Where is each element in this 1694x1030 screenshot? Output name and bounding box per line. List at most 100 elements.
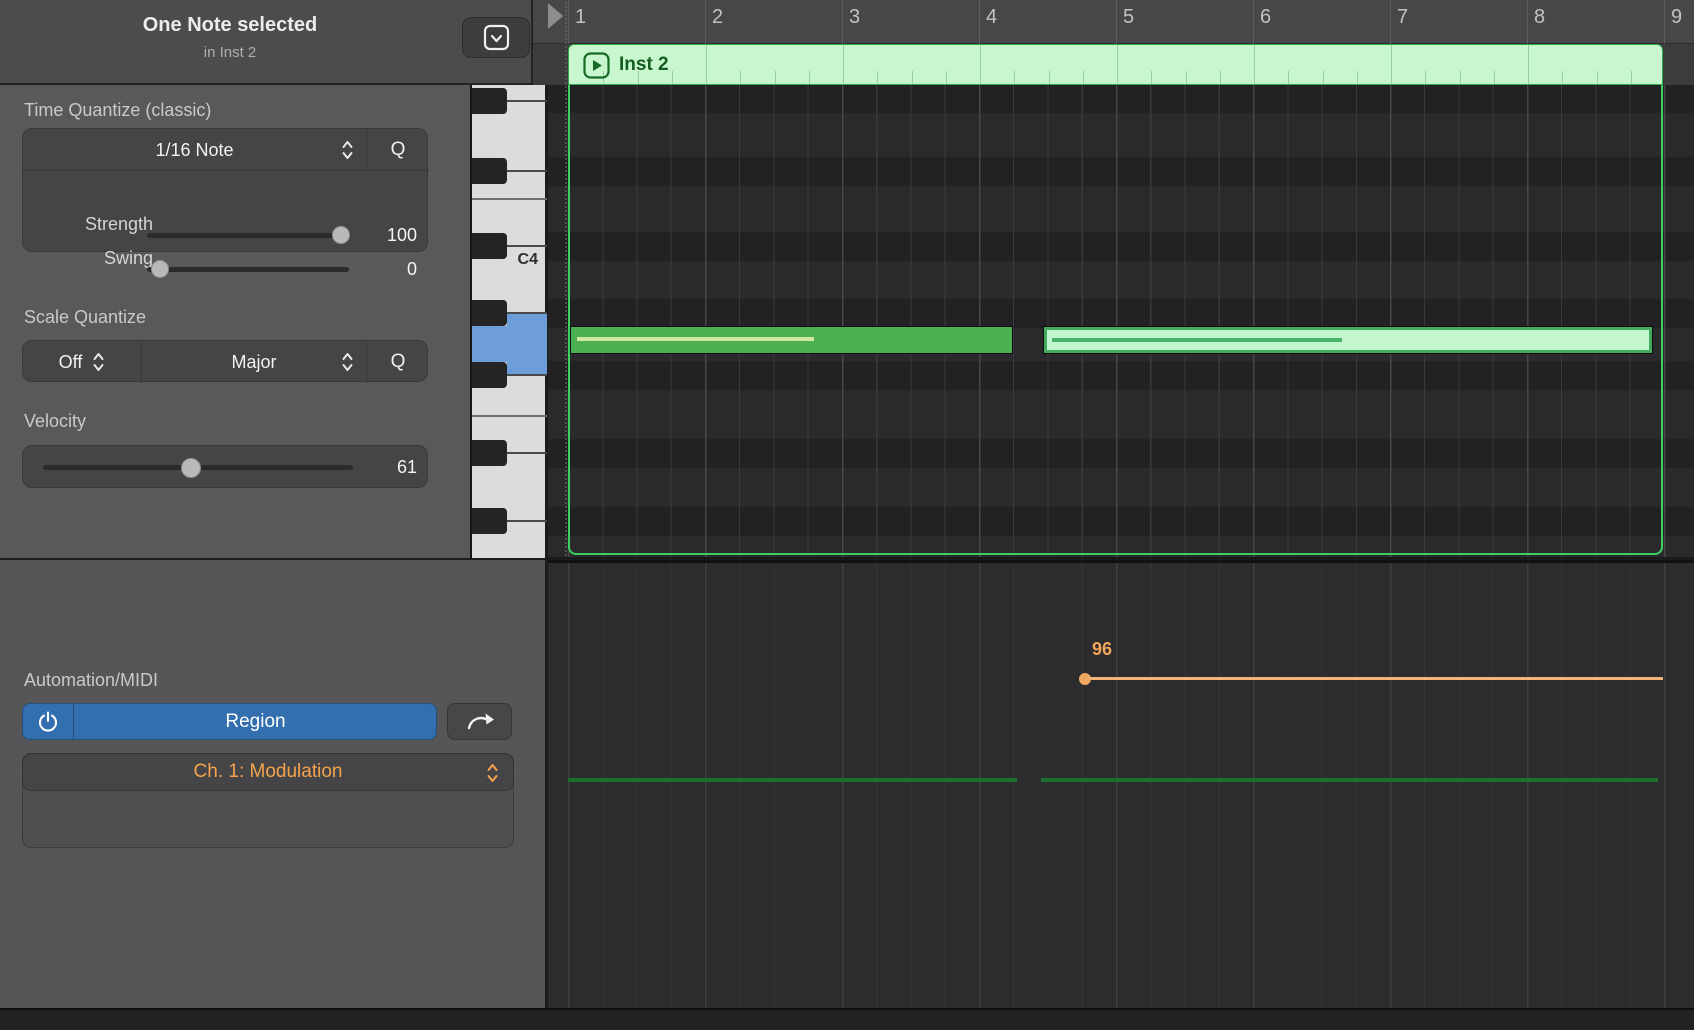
stepper-chevrons-icon [341,139,354,161]
piano-key-black[interactable] [472,300,507,326]
region-beat-tick [1631,71,1632,84]
region-bar-line [1528,45,1529,84]
region-beat-tick [1049,71,1050,84]
region-beat-tick [1151,71,1152,84]
ruler-bar-tick [705,0,706,44]
c4-key-label: C4 [517,251,538,268]
region-bar-line [1254,45,1255,84]
swing-slider-track[interactable] [147,267,349,272]
strength-value: 100 [386,225,417,245]
ruler-bar-number: 5 [1123,6,1135,28]
region-bar-line [980,45,981,84]
piano-keyboard[interactable]: C4 [470,85,547,558]
automation-parameter-value: Ch. 1: Modulation [193,761,343,782]
piano-key-selected[interactable] [507,313,547,375]
swing-label: Swing [103,248,153,268]
piano-roll-window: One Note selected in Inst 2 Time Quantiz… [0,0,1694,1030]
strength-slider-track[interactable] [147,233,349,238]
selection-context: in Inst 2 [203,44,257,61]
region-beat-tick [809,71,810,84]
ruler-bar-tick [1253,0,1254,44]
ruler-bar-number: 8 [1534,6,1546,28]
automation-curve[interactable] [1089,677,1663,680]
region-beat-tick [1014,71,1015,84]
ruler-bar-tick [842,0,843,44]
key-separator [507,374,547,376]
region-play-button[interactable] [583,52,610,79]
velocity-title: Velocity [24,411,87,431]
region-beat-tick [877,71,878,84]
scale-type-value: Major [231,351,277,372]
scale-quantize-apply-button[interactable]: Q [367,341,429,383]
note-indicator-line [568,778,1017,782]
region-outline [568,85,1663,555]
region-beat-tick [1460,71,1461,84]
automation-parameter-popup[interactable]: Ch. 1: Modulation [22,753,514,791]
strength-label: Strength [84,214,153,234]
region-header[interactable]: Inst 2 [568,44,1663,85]
time-quantize-box: 1/16 Note Q Strength 100 Swing 0 [22,128,429,279]
horizontal-scrollbar[interactable] [0,1008,1694,1030]
piano-key-black[interactable] [472,158,507,184]
quantize-popup-row: 1/16 Note Q [23,129,429,171]
note-velocity-stripe [1052,338,1342,342]
velocity-slider-handle[interactable] [181,458,201,478]
key-separator [507,520,547,522]
region-beat-tick [1597,71,1598,84]
region-bar-line [1391,45,1392,84]
velocity-value: 61 [396,457,417,477]
key-separator [507,100,547,102]
region-bar-line [843,45,844,84]
automation-mode-button[interactable]: Region [22,703,437,740]
region-beat-tick [1083,71,1084,84]
scale-root-popup[interactable]: Off [23,341,141,383]
ruler-bar-tick [979,0,980,44]
midi-note[interactable] [1043,326,1653,354]
automation-lane[interactable]: 96 [548,560,1694,1008]
piano-key-black[interactable] [472,88,507,114]
ruler-bar-tick [568,0,569,44]
ruler-bar-tick [1116,0,1117,44]
quantize-value-popup[interactable]: 1/16 Note [23,129,366,171]
scale-quantize-title: Scale Quantize [24,307,147,327]
scale-quantize-box: Off Major Q [22,340,429,383]
strength-slider-handle[interactable] [332,226,350,244]
note-velocity-stripe [577,337,814,341]
ruler-bar-tick [1390,0,1391,44]
piano-key-black[interactable] [472,362,507,388]
region-beat-tick [1425,71,1426,84]
ruler-bar-number: 4 [986,6,998,28]
automation-route-button[interactable] [447,703,512,740]
power-icon [36,710,60,734]
automation-power-toggle[interactable] [23,704,73,739]
piano-key-selected[interactable] [472,326,507,362]
piano-key-black[interactable] [472,440,507,466]
ruler-bar-number: 2 [712,6,724,28]
swing-value: 0 [406,259,417,279]
region-bar-line [706,45,707,84]
region-beat-tick [740,71,741,84]
region-beat-tick [672,71,673,84]
playhead-line [565,2,567,556]
region-beat-tick [1220,71,1221,84]
key-separator [507,452,547,454]
region-beat-tick [1357,71,1358,84]
piano-roll-grid[interactable] [548,85,1694,557]
region-beat-tick [946,71,947,84]
piano-key-black[interactable] [472,508,507,534]
region-beat-tick [1288,71,1289,84]
region-beat-tick [1562,71,1563,84]
region-bar-line [1117,45,1118,84]
midi-note-selected[interactable] [570,326,1013,354]
swing-slider-handle[interactable] [151,260,169,278]
key-separator [472,198,547,200]
bar-ruler[interactable]: 1 2 3 4 5 6 7 8 9 [533,0,1694,44]
stepper-chevrons-icon [341,351,354,373]
scale-type-popup[interactable]: Major [142,341,366,383]
time-quantize-title: Time Quantize (classic) [24,100,212,120]
quantize-apply-button[interactable]: Q [367,129,429,171]
quantize-value: 1/16 Note [155,139,234,160]
region-beat-tick [775,71,776,84]
automation-point-value: 96 [1092,639,1113,659]
inspector-disclosure-button[interactable] [462,17,530,58]
